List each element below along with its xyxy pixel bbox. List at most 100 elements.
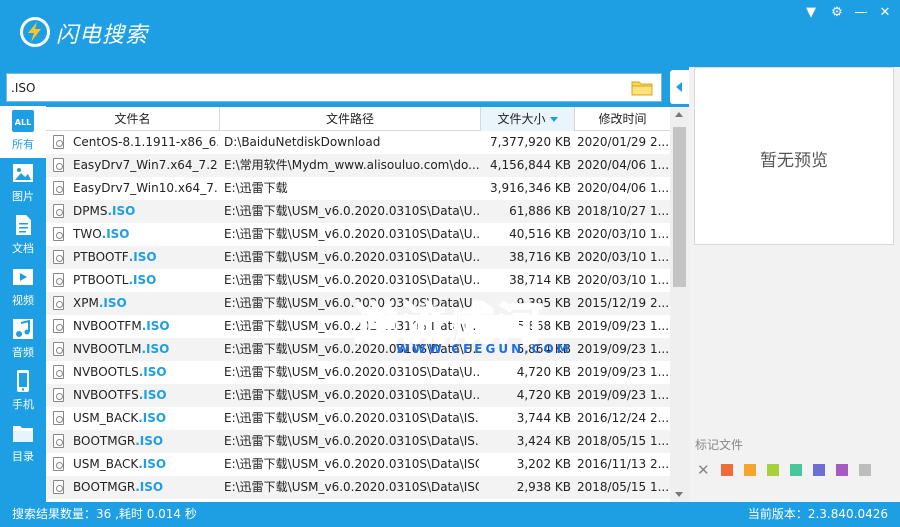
column-header-date[interactable]: 修改时间 [575, 107, 670, 131]
table-row[interactable]: CentOS-8.1.1911-x86_6... D:\BaiduNetdiskD… [46, 131, 670, 154]
file-size: 4,156,844 KB [490, 158, 571, 172]
file-name: NVBOOTFM.ISO [73, 315, 218, 338]
file-size: 2,938 KB [516, 480, 571, 494]
file-size: 5,864 KB [516, 342, 571, 356]
scroll-thumb[interactable] [673, 127, 686, 287]
file-path: E:\迅雷下载\USM_v6.0.2020.0310S\Data\U... [224, 342, 479, 356]
scroll-down-icon[interactable] [675, 492, 683, 497]
file-date: 2019/09/23 1... [577, 365, 670, 379]
table-row[interactable]: DPMS.ISO E:\迅雷下载\USM_v6.0.2020.0310S\Data… [46, 200, 670, 223]
file-name: PTBOOTF.ISO [73, 246, 218, 269]
category-audio[interactable]: 音频 [0, 314, 46, 366]
svg-text:ALL: ALL [15, 118, 31, 127]
file-icon [53, 181, 64, 195]
collapse-preview-button[interactable] [670, 70, 689, 104]
mark-color-swatch[interactable] [767, 464, 779, 476]
table-row[interactable]: BOOTMGR.ISO E:\迅雷下载\USM_v6.0.2020.0310S\D… [46, 430, 670, 453]
file-size: 38,716 KB [509, 250, 571, 264]
file-size: 4,720 KB [516, 388, 571, 402]
file-date: 2020/04/06 1... [577, 181, 670, 195]
match-highlight: .ISO [141, 319, 170, 333]
match-highlight: .ISO [138, 457, 167, 471]
mark-color-swatch[interactable] [744, 464, 756, 476]
table-row[interactable]: PTBOOTL.ISO E:\迅雷下载\USM_v6.0.2020.0310S\D… [46, 269, 670, 292]
table-row[interactable]: XPM.ISO E:\迅雷下载\USM_v6.0.2020.0310S\Data\… [46, 292, 670, 315]
table-row[interactable]: USM_BACK.ISO E:\迅雷下载\USM_v6.0.2020.0310S\… [46, 453, 670, 476]
file-size: 5,868 KB [516, 319, 571, 333]
mark-color-swatch[interactable] [859, 464, 871, 476]
table-row[interactable]: EasyDrv7_Win7.x64_7.2... E:\常用软件\Mydm_www… [46, 154, 670, 177]
column-header-size[interactable]: 文件大小 [481, 107, 575, 131]
file-name: EasyDrv7_Win7.x64_7.2... [73, 154, 218, 177]
dropdown-icon[interactable]: ▼ [800, 4, 822, 22]
file-name: CentOS-8.1.1911-x86_6... [73, 131, 218, 154]
column-header-name[interactable]: 文件名 [46, 107, 220, 131]
match-highlight: .ISO [128, 250, 157, 264]
file-name: USM_BACK.ISO [73, 453, 218, 476]
scroll-up-icon[interactable] [675, 112, 683, 117]
table-row[interactable]: PTBOOTF.ISO E:\迅雷下载\USM_v6.0.2020.0310S\D… [46, 246, 670, 269]
file-path: E:\迅雷下载\USM_v6.0.2020.0310S\Data\IS... [224, 434, 479, 448]
file-date: 2020/03/10 1... [577, 273, 670, 287]
match-highlight: .ISO [135, 434, 164, 448]
category-all[interactable]: ALL 所有 [0, 106, 46, 158]
category-image[interactable]: 图片 [0, 158, 46, 210]
file-date: 2018/05/15 1... [577, 480, 670, 494]
category-document[interactable]: 文档 [0, 210, 46, 262]
close-icon[interactable]: ✕ [874, 4, 896, 22]
vertical-scrollbar[interactable] [670, 107, 689, 502]
category-phone[interactable]: 手机 [0, 366, 46, 418]
file-name-text: EasyDrv7_Win7.x64_7.2... [73, 158, 218, 172]
table-row[interactable]: TWO.ISO E:\迅雷下载\USM_v6.0.2020.0310S\Data\… [46, 223, 670, 246]
minimize-icon[interactable]: — [850, 4, 872, 22]
table-row[interactable]: NVBOOTFS.ISO E:\迅雷下载\USM_v6.0.2020.0310S\… [46, 384, 670, 407]
file-path: E:\迅雷下载\USM_v6.0.2020.0310S\Data\U... [224, 227, 479, 241]
file-path: E:\迅雷下载\USM_v6.0.2020.0310S\Data\U... [224, 319, 479, 333]
folder-browse-icon[interactable] [631, 79, 653, 96]
file-name-text: USM_BACK [73, 457, 139, 471]
clear-mark-icon[interactable]: ✕ [697, 461, 710, 479]
file-date: 2020/03/10 1... [577, 250, 670, 264]
file-path: E:\迅雷下载\USM_v6.0.2020.0310S\Data\ISO [224, 457, 479, 471]
table-row[interactable]: BOOTMGR.ISO E:\迅雷下载\USM_v6.0.2020.0310S\D… [46, 476, 670, 499]
file-date: 2020/03/10 1... [577, 227, 670, 241]
category-sidebar: ALL 所有 图片 文档 视频 音频 手机 目录 [0, 106, 46, 502]
file-name-text: BOOTMGR [73, 434, 136, 448]
file-icon [53, 365, 64, 379]
preview-area: 暂无预览 [694, 67, 894, 245]
file-path: E:\迅雷下载\USM_v6.0.2020.0310S\Data\U... [224, 365, 479, 379]
table-row[interactable]: NVBOOTLS.ISO E:\迅雷下载\USM_v6.0.2020.0310S\… [46, 361, 670, 384]
match-highlight: .ISO [138, 388, 167, 402]
table-header: 文件名 文件路径 文件大小 修改时间 [46, 107, 670, 131]
title-bar: 闪电搜索 ▼ ⚙ — ✕ [0, 0, 900, 67]
mark-color-swatch[interactable] [721, 464, 733, 476]
file-date: 2019/09/23 1... [577, 388, 670, 402]
table-row[interactable]: USM_BACK.ISO E:\迅雷下载\USM_v6.0.2020.0310S\… [46, 407, 670, 430]
table-row[interactable]: NVBOOTFM.ISO E:\迅雷下载\USM_v6.0.2020.0310S\… [46, 315, 670, 338]
category-label: 目录 [12, 450, 34, 463]
file-name: EasyDrv7_Win10.x64_7.... [73, 177, 218, 200]
column-header-size-label: 文件大小 [497, 112, 546, 126]
category-video[interactable]: 视频 [0, 262, 46, 314]
file-name-text: PTBOOTL [73, 273, 129, 287]
file-icon [53, 388, 64, 402]
file-name-text: NVBOOTFM [73, 319, 142, 333]
file-icon [53, 204, 64, 218]
category-folder[interactable]: 目录 [0, 418, 46, 470]
mark-color-swatch[interactable] [790, 464, 802, 476]
mark-color-swatch[interactable] [836, 464, 848, 476]
sort-desc-icon [549, 117, 558, 122]
file-path: E:\迅雷下载\USM_v6.0.2020.0310S\Data\U... [224, 388, 479, 402]
file-size: 4,720 KB [516, 365, 571, 379]
folder-icon [13, 426, 33, 442]
table-row[interactable]: EasyDrv7_Win10.x64_7.... E:\迅雷下载 3,916,346… [46, 177, 670, 200]
settings-icon[interactable]: ⚙ [826, 4, 848, 22]
mark-color-swatch[interactable] [813, 464, 825, 476]
search-input[interactable] [11, 77, 621, 98]
column-header-path[interactable]: 文件路径 [220, 107, 481, 131]
file-size: 9,395 KB [516, 296, 571, 310]
table-row[interactable]: NVBOOTLM.ISO E:\迅雷下载\USM_v6.0.2020.0310S\… [46, 338, 670, 361]
match-highlight: .ISO [135, 480, 164, 494]
file-name-text: TWO [73, 227, 102, 241]
file-path: E:\迅雷下载\USM_v6.0.2020.0310S\Data\U... [224, 250, 479, 264]
